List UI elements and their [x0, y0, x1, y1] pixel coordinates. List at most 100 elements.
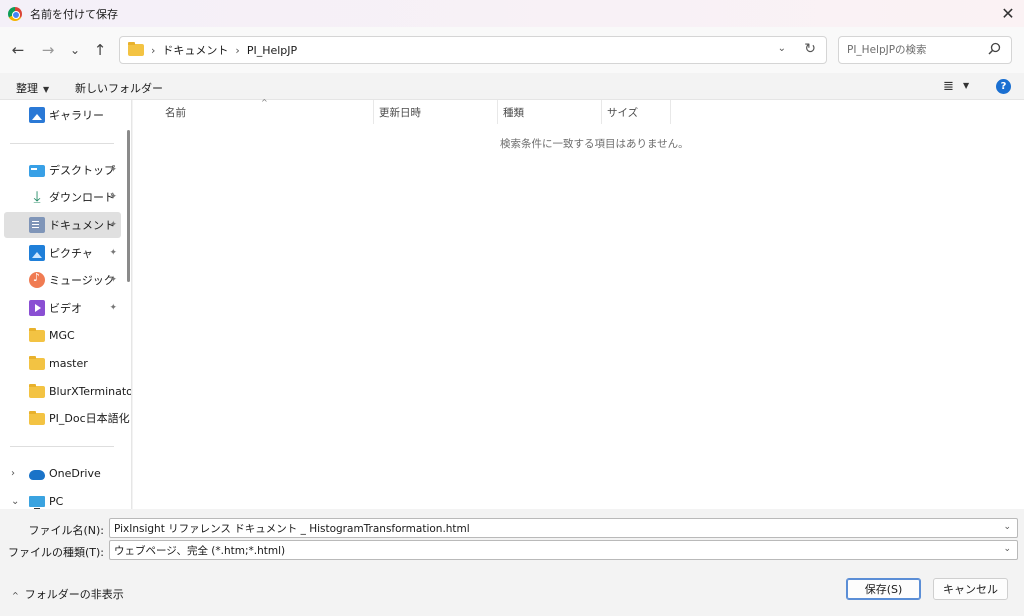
search-icon[interactable] — [988, 42, 1001, 59]
filename-value: PixInsight リファレンス ドキュメント _ HistogramTran… — [114, 522, 470, 535]
sidebar-item-label: ギャラリー — [49, 109, 104, 122]
organize-label: 整理 — [16, 82, 38, 95]
desktop-icon — [29, 165, 45, 177]
sidebar-item-music[interactable]: ミュージック ✦ — [4, 267, 121, 293]
sidebar-item-label: BlurXTerminator — [49, 384, 132, 398]
forward-button[interactable]: → — [38, 39, 58, 61]
filetype-select[interactable]: ウェブページ、完全 (*.htm;*.html) ⌄ — [109, 540, 1018, 560]
video-icon — [29, 300, 45, 316]
breadcrumb-separator: › — [151, 43, 156, 57]
column-header-type[interactable]: 種類 — [498, 100, 602, 124]
window-title: 名前を付けて保存 — [30, 7, 118, 21]
sidebar-item-videos[interactable]: ビデオ ✦ — [4, 295, 121, 321]
breadcrumb-pi-helpjp[interactable]: PI_HelpJP — [247, 44, 297, 57]
file-list: 名前 ^ 更新日時 種類 サイズ 検索条件に一致する項目はありません。 — [133, 98, 1024, 509]
sidebar-divider — [10, 446, 114, 447]
hide-folders-label: フォルダーの非表示 — [24, 588, 124, 601]
sidebar-item-onedrive[interactable]: › OneDrive — [4, 460, 121, 486]
sidebar-item-desktop[interactable]: デスクトップ ✦ — [4, 157, 121, 183]
download-icon: ⤓ — [33, 187, 41, 206]
pin-icon: ✦ — [109, 275, 117, 285]
folder-icon — [29, 411, 45, 425]
recent-locations-button[interactable]: ⌄ — [65, 39, 85, 61]
address-bar[interactable]: › ドキュメント › PI_HelpJP ⌄ ↻ — [119, 36, 827, 64]
sidebar-item-master[interactable]: master — [4, 350, 121, 376]
filename-label: ファイル名(N): — [28, 524, 104, 537]
up-button[interactable]: ↑ — [90, 39, 110, 61]
column-label: 名前 — [165, 106, 186, 119]
column-header-size[interactable]: サイズ — [602, 100, 671, 124]
gallery-icon — [29, 107, 45, 123]
save-button[interactable]: 保存(S) — [846, 578, 921, 600]
sidebar-item-label: OneDrive — [49, 466, 101, 480]
breadcrumb-separator: › — [235, 43, 240, 57]
sidebar-item-blurxterminator[interactable]: BlurXTerminator — [4, 378, 131, 404]
sidebar-item-label: master — [49, 356, 88, 370]
sidebar-item-gallery[interactable]: ギャラリー — [4, 102, 121, 128]
hide-folders-button[interactable]: ^ フォルダーの非表示 — [12, 586, 124, 602]
sidebar-item-pc[interactable]: ⌄ PC — [4, 488, 121, 509]
sidebar-item-label: PI_Doc日本語化 — [49, 412, 130, 425]
onedrive-icon — [29, 469, 45, 480]
sidebar-item-label: MGC — [49, 328, 75, 342]
sidebar-scrollbar[interactable] — [127, 130, 130, 282]
breadcrumb-documents[interactable]: ドキュメント — [162, 42, 228, 58]
cancel-button[interactable]: キャンセル — [933, 578, 1008, 600]
sidebar-item-label: ミュージック — [49, 274, 115, 287]
search-input[interactable] — [847, 44, 983, 56]
caret-down-icon[interactable]: ▼ — [963, 81, 969, 90]
chevron-down-icon[interactable]: ⌄ — [778, 43, 786, 54]
pictures-icon — [29, 245, 45, 261]
pc-icon — [29, 496, 45, 509]
chrome-icon — [8, 6, 22, 21]
sidebar-item-pictures[interactable]: ピクチャ ✦ — [4, 240, 121, 266]
pin-icon: ✦ — [109, 165, 117, 175]
sidebar-item-label: PC — [49, 494, 64, 508]
sidebar-item-documents[interactable]: ドキュメント ✦ — [4, 212, 121, 238]
folder-icon — [128, 42, 144, 56]
title-bar: 名前を付けて保存 ✕ — [0, 0, 1024, 27]
caret-down-icon: ▼ — [43, 85, 50, 94]
help-icon[interactable]: ? — [996, 79, 1011, 94]
navigation-pane: ギャラリー デスクトップ ✦ ⤓ ダウンロード ✦ ドキュメント ✦ ピクチャ … — [0, 100, 132, 509]
chevron-down-icon[interactable]: ⌄ — [1003, 544, 1011, 554]
view-list-icon[interactable]: ≣ — [943, 79, 954, 94]
sidebar-item-label: ビデオ — [49, 302, 82, 315]
sidebar-divider — [10, 143, 114, 144]
filetype-label: ファイルの種類(T): — [7, 546, 104, 559]
sidebar-item-downloads[interactable]: ⤓ ダウンロード ✦ — [4, 184, 121, 210]
music-icon — [29, 271, 45, 288]
back-button[interactable]: ← — [8, 39, 28, 61]
dialog-footer: ^ フォルダーの非表示 保存(S) キャンセル — [0, 566, 1024, 616]
refresh-icon[interactable]: ↻ — [804, 41, 816, 57]
column-header-modified[interactable]: 更新日時 — [374, 100, 498, 124]
column-label: 更新日時 — [379, 106, 421, 119]
sidebar-item-mgc[interactable]: MGC — [4, 322, 121, 348]
sidebar-item-label: ダウンロード — [49, 191, 115, 204]
chevron-down-icon[interactable]: ⌄ — [1003, 522, 1011, 532]
sidebar-item-label: デスクトップ — [49, 164, 115, 177]
documents-icon — [29, 217, 45, 233]
command-bar: 整理 ▼ 新しいフォルダー ≣ ▼ ? — [0, 73, 1024, 100]
close-button[interactable]: ✕ — [992, 0, 1024, 27]
navigation-bar: ← → ⌄ ↑ › ドキュメント › PI_HelpJP ⌄ ↻ — [0, 27, 1024, 73]
column-header-name[interactable]: 名前 ^ — [133, 98, 374, 124]
folder-icon — [29, 328, 45, 342]
new-folder-button[interactable]: 新しいフォルダー — [75, 80, 163, 96]
sidebar-item-label: ドキュメント — [49, 219, 115, 232]
organize-button[interactable]: 整理 ▼ — [16, 80, 49, 96]
filetype-value: ウェブページ、完全 (*.htm;*.html) — [114, 544, 286, 557]
pin-icon: ✦ — [109, 303, 117, 313]
column-label: サイズ — [607, 106, 639, 119]
chevron-down-icon[interactable]: ⌄ — [11, 496, 19, 507]
folder-icon — [29, 356, 45, 370]
sidebar-item-pi-doc[interactable]: PI_Doc日本語化 — [4, 405, 130, 431]
sidebar-item-label: ピクチャ — [49, 247, 93, 260]
folder-icon — [29, 384, 45, 398]
sort-ascending-icon: ^ — [261, 98, 268, 107]
filename-input[interactable]: PixInsight リファレンス ドキュメント _ HistogramTran… — [109, 518, 1018, 538]
empty-message: 検索条件に一致する項目はありません。 — [500, 138, 689, 150]
chevron-right-icon[interactable]: › — [11, 468, 15, 479]
chevron-up-icon: ^ — [12, 591, 19, 600]
search-box[interactable] — [838, 36, 1012, 64]
